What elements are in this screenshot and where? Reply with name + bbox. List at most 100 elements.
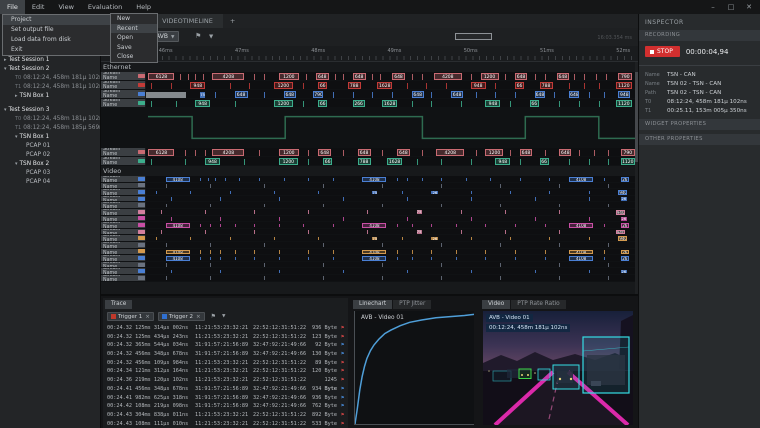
stream-row[interactable]: Stream Name75940	[101, 229, 638, 236]
tab-ptp-rate-ratio[interactable]: PTP Rate Ratio	[511, 300, 565, 309]
filter-chip-trigger-2[interactable]: Trigger 2×	[158, 312, 205, 321]
trace-row[interactable]: 00:24.32 365ms 544µs 034ns31:91:57:21:56…	[107, 341, 346, 350]
frame-block[interactable]: 4208	[212, 73, 244, 80]
frame-block[interactable]: 648	[535, 91, 545, 98]
stream-name-label[interactable]: Stream Name	[101, 268, 146, 274]
frame-block[interactable]: 940	[618, 190, 627, 195]
stream-row[interactable]: Stream Name	[101, 275, 638, 282]
menu-help[interactable]: Help	[129, 0, 158, 14]
frame-block[interactable]: 26	[621, 256, 629, 261]
chip-remove-icon[interactable]: ×	[196, 314, 201, 320]
frame-block[interactable]: 940	[618, 236, 627, 241]
tab-trace[interactable]: Trace	[105, 300, 132, 309]
filter-icon[interactable]: ▼	[222, 314, 225, 319]
close-icon[interactable]: ✕	[740, 0, 758, 14]
frame-block[interactable]: 1120	[616, 82, 632, 89]
frame-block[interactable]: 1200	[274, 100, 293, 107]
frame-block[interactable]: 1628	[387, 158, 402, 165]
frame-block[interactable]: 6128	[148, 73, 174, 80]
stream-row[interactable]: Stream Name41084108410826	[101, 176, 638, 183]
frame-block[interactable]: 266	[353, 100, 365, 107]
frame-block[interactable]: 948	[471, 82, 486, 89]
frame-block[interactable]: 790	[621, 149, 635, 156]
menu-file[interactable]: File	[0, 0, 25, 14]
tree-item[interactable]: PCAP 02	[0, 151, 100, 160]
frame-block[interactable]: 4108	[362, 223, 386, 228]
frame-block[interactable]: 940	[616, 230, 625, 235]
frame-block[interactable]: 648	[353, 73, 366, 80]
stream-row[interactable]: Stream Name75940	[101, 209, 638, 216]
tree-item[interactable]: PCAP 01	[0, 142, 100, 151]
menu-edit[interactable]: Edit	[25, 0, 52, 14]
trace-row[interactable]: 00:24.32 125ms 434µs 243ns11:21:53:23:32…	[107, 333, 346, 342]
tree-item[interactable]: T108:12:24, 458m 185µ 569ns	[0, 124, 100, 133]
stream-name-label[interactable]: Stream Name	[101, 90, 146, 98]
frame-block[interactable]: 1628	[382, 100, 397, 107]
menu-evaluation[interactable]: Evaluation	[81, 0, 129, 14]
frame-block[interactable]: 26	[621, 270, 627, 274]
stream-row[interactable]: Stream Name9481200667881628948667881120	[101, 81, 638, 90]
tree-item[interactable]: T008:12:24, 458m 181µ 102ns	[0, 74, 100, 83]
submenu-item-save[interactable]: Save	[111, 43, 157, 53]
submenu-item-new[interactable]: New	[111, 14, 157, 24]
frame-block[interactable]: 1200	[279, 73, 299, 80]
frame-block[interactable]: 648	[397, 149, 410, 156]
stream-name-label[interactable]: Stream Name	[101, 99, 146, 107]
stream-row[interactable]: Stream Name9481200662661628948661120	[101, 99, 638, 108]
stream-row[interactable]: Stream Name75648648790648648648648948	[101, 90, 638, 99]
frame-block[interactable]: 26	[431, 237, 438, 241]
submenu-item-open[interactable]: Open	[111, 33, 157, 43]
frame-block[interactable]: 4108	[362, 177, 386, 182]
frame-block[interactable]: 948	[205, 158, 220, 165]
stop-button[interactable]: STOP	[645, 46, 680, 57]
frame-block[interactable]: 948	[485, 100, 500, 107]
stream-row[interactable]: Stream Name41084108410826	[101, 249, 638, 256]
frame-block[interactable]: 1120	[621, 158, 635, 165]
flag-icon[interactable]: ⚑	[211, 313, 216, 320]
tree-item[interactable]: ▾TSN Box 2	[0, 160, 100, 169]
trace-row[interactable]: 00:24.43 304ms 838µs 011ns11:21:53:23:32…	[107, 411, 346, 420]
stream-name-label[interactable]: Stream Name	[101, 202, 146, 208]
tree-item[interactable]: ▾TSN Box 1	[0, 133, 100, 142]
frame-block[interactable]: 66	[323, 158, 332, 165]
frame-block[interactable]: 648	[569, 91, 579, 98]
frame-block[interactable]: 75	[417, 230, 422, 234]
stream-name-label[interactable]: Stream Name	[101, 157, 146, 165]
stream-name-label[interactable]: Stream Name	[101, 275, 146, 281]
stream-name-label[interactable]: Stream Name	[101, 249, 146, 255]
frame-block[interactable]: 26	[431, 191, 438, 195]
flag-icon[interactable]: ⚑	[195, 32, 201, 40]
frame-block[interactable]: 1200	[279, 149, 299, 156]
frame-block[interactable]: 4108	[166, 223, 190, 228]
frame-block[interactable]: 1200	[279, 158, 298, 165]
tree-item[interactable]: PCAP 04	[0, 178, 100, 187]
frame-block[interactable]: 26	[621, 250, 629, 255]
frame-block[interactable]: 648	[451, 91, 463, 98]
frame-block[interactable]: 648	[392, 73, 405, 80]
trace-row[interactable]: 00:24.41 982ms 625µs 318ns31:91:57:21:56…	[107, 394, 346, 403]
trace-row[interactable]: 00:24.42 108ms 219µs 098ns31:91:57:21:56…	[107, 402, 346, 411]
tree-item[interactable]: ▾Test Session 2	[0, 65, 100, 74]
stream-row[interactable]: Stream Name	[101, 183, 638, 190]
tab-linechart[interactable]: Linechart	[353, 300, 392, 309]
stream-row[interactable]: Stream Name61284208120064864864842081200…	[101, 72, 638, 81]
trace-row[interactable]: 00:24.34 121ms 312µs 164ns11:21:53:23:32…	[107, 367, 346, 376]
frame-block[interactable]: 4108	[569, 256, 593, 261]
frame-block[interactable]: 4208	[212, 149, 244, 156]
filter-chip-trigger-1[interactable]: Trigger 1×	[107, 312, 154, 321]
stream-row[interactable]: Stream Name9481200667881628948661120	[101, 157, 638, 166]
frame-block[interactable]: 648	[358, 149, 371, 156]
filter-icon[interactable]: ▼	[209, 34, 213, 40]
stream-name-label[interactable]: Stream Name	[101, 216, 146, 222]
tab-video[interactable]: Video	[482, 300, 510, 309]
frame-block[interactable]: 788	[358, 158, 371, 165]
stream-row[interactable]: Stream Name7526940	[101, 235, 638, 242]
frame-block[interactable]: 1628	[377, 82, 392, 89]
trace-row[interactable]: 00:24.36 219ms 120µs 102ns11:21:53:23:32…	[107, 376, 346, 385]
submenu-item-recent[interactable]: Recent	[111, 24, 157, 34]
stream-row[interactable]: Stream Name	[101, 262, 638, 269]
frame-block[interactable]: 75	[372, 237, 377, 241]
frame-block[interactable]: 948	[190, 82, 205, 89]
frame-block[interactable]: 788	[348, 82, 361, 89]
stream-name-label[interactable]: Stream Name	[101, 222, 146, 228]
